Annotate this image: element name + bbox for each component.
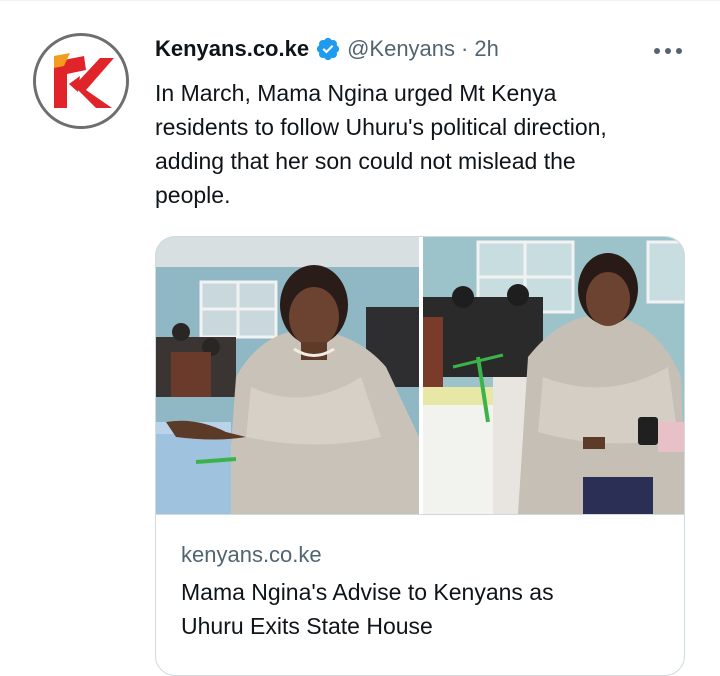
- author-handle[interactable]: @Kenyans: [347, 36, 455, 62]
- verified-badge-icon: [315, 36, 341, 62]
- link-card[interactable]: kenyans.co.ke Mama Ngina's Advise to Ken…: [155, 236, 685, 676]
- card-title-line: Mama Ngina's Advise to Kenyans as: [181, 579, 554, 605]
- more-dot: [676, 48, 682, 54]
- card-domain: kenyans.co.ke: [181, 542, 322, 567]
- card-images: [156, 237, 684, 514]
- author-avatar[interactable]: [33, 33, 129, 129]
- author-name[interactable]: Kenyans.co.ke: [155, 36, 309, 62]
- tweet-timestamp[interactable]: 2h: [474, 36, 498, 62]
- more-options-button[interactable]: [640, 36, 696, 66]
- card-photo-right[interactable]: [423, 237, 684, 514]
- more-dots-icon: [654, 48, 660, 54]
- tweet-text-line: adding that her son could not mislead th…: [155, 148, 576, 174]
- tweet[interactable]: Kenyans.co.ke @Kenyans · 2h In March, Ma…: [0, 0, 720, 676]
- divider: [0, 0, 720, 1]
- tweet-text-line: people.: [155, 182, 231, 208]
- kenyans-k-logo-icon: [36, 36, 126, 126]
- card-title: Mama Ngina's Advise to Kenyans as Uhuru …: [181, 575, 661, 643]
- card-divider: [156, 514, 684, 515]
- tweet-text-line: In March, Mama Ngina urged Mt Kenya: [155, 80, 557, 106]
- tweet-header: Kenyans.co.ke @Kenyans · 2h: [155, 32, 499, 66]
- separator-dot: ·: [461, 36, 469, 61]
- tweet-text: In March, Mama Ngina urged Mt Kenya resi…: [155, 76, 695, 212]
- card-title-line: Uhuru Exits State House: [181, 613, 433, 639]
- card-photo-left[interactable]: [156, 237, 419, 514]
- more-dot: [665, 48, 671, 54]
- tweet-text-line: residents to follow Uhuru's political di…: [155, 114, 607, 140]
